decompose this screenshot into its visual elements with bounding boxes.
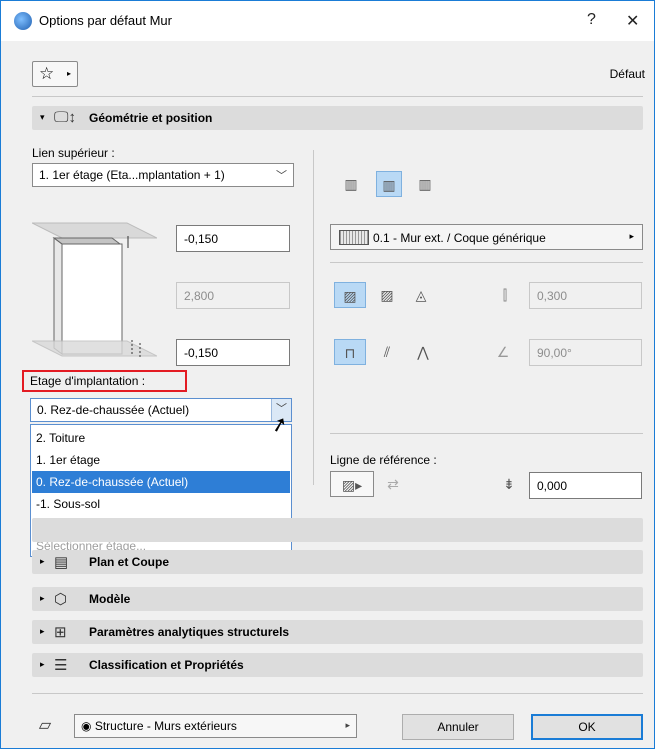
arrow-right-icon: ▸: [345, 720, 350, 730]
divider: [330, 262, 643, 263]
story-option-roof[interactable]: 2. Toiture: [32, 427, 290, 449]
home-story-value: 0. Rez-de-chaussée (Actuel): [37, 403, 190, 417]
wall-center-icon[interactable]: ▥: [376, 171, 402, 197]
layer-icon: ▱: [38, 717, 52, 734]
straight-wall-icon[interactable]: ▨: [334, 282, 366, 308]
section-model-header[interactable]: ▸ ⬡ Modèle: [32, 587, 643, 611]
top-link-label: Lien supérieur :: [32, 146, 115, 160]
expand-right-icon: ▸: [40, 556, 45, 566]
section-floorplan-partial: [32, 518, 643, 542]
vertical-wall-icon[interactable]: ⊓: [334, 339, 366, 365]
section-analytic-label: Paramètres analytiques structurels: [89, 625, 290, 639]
section-classification-header[interactable]: ▸ ☰ Classification et Propriétés: [32, 653, 643, 677]
reference-line-label: Ligne de référence :: [330, 453, 437, 467]
top-offset-input[interactable]: -0,150: [176, 225, 290, 252]
arrow-right-icon: ▸: [629, 231, 634, 241]
home-story-label: Etage d'implantation :: [30, 374, 146, 388]
bottom-offset-input[interactable]: -0,150: [176, 339, 290, 366]
section-classification-label: Classification et Propriétés: [89, 658, 244, 672]
reference-offset-icon: ⇟: [503, 476, 515, 492]
layer-value: Structure - Murs extérieurs: [94, 719, 237, 733]
geometry-icon: 🖵↕: [54, 109, 76, 126]
eye-icon: ◉: [81, 719, 95, 733]
polygon-wall-icon[interactable]: ◬: [408, 282, 434, 308]
wall-outside-icon[interactable]: ▥: [338, 171, 364, 197]
expand-right-icon: ▸: [40, 659, 45, 669]
reference-line-button[interactable]: ▨▸: [330, 471, 374, 497]
help-button[interactable]: ?: [587, 11, 596, 29]
section-analytic-header[interactable]: ▸ ⊞ Paramètres analytiques structurels: [32, 620, 643, 644]
section-model-label: Modèle: [89, 592, 131, 606]
arrow-right-icon: ▸: [66, 69, 71, 78]
divider: [330, 433, 643, 434]
story-option-basement[interactable]: -1. Sous-sol: [32, 493, 290, 515]
double-slanted-wall-icon[interactable]: ⋀: [410, 339, 436, 365]
column-divider: [313, 150, 314, 485]
wall-inside-icon[interactable]: ▥: [412, 171, 438, 197]
window-title: Options par défaut Mur: [39, 13, 172, 28]
thickness-icon: ⫿: [502, 287, 508, 303]
section-geometry-label: Géométrie et position: [89, 111, 213, 125]
top-link-value: 1. 1er étage (Eta...mplantation + 1): [39, 168, 225, 182]
expand-right-icon: ▸: [40, 626, 45, 636]
composite-label: 0.1 - Mur ext. / Coque générique: [373, 231, 546, 245]
angle-input[interactable]: 90,00°: [529, 339, 642, 366]
close-button[interactable]: ✕: [626, 11, 639, 31]
section-plan-header[interactable]: ▸ ▤ Plan et Coupe: [32, 550, 643, 574]
favorites-button[interactable]: ☆ ▸: [32, 61, 78, 87]
star-icon: ☆: [39, 64, 55, 83]
trapezoid-wall-icon[interactable]: ▨: [374, 282, 400, 308]
slanted-wall-icon[interactable]: ⫽: [374, 339, 400, 365]
angle-icon: ∠: [496, 344, 510, 360]
reference-offset-input[interactable]: 0,000: [529, 472, 642, 499]
flip-reference-icon[interactable]: ⇄: [380, 471, 406, 497]
model-icon: ⬡: [54, 591, 68, 608]
section-plan-label: Plan et Coupe: [89, 555, 170, 569]
story-option-ground[interactable]: 0. Rez-de-chaussée (Actuel): [32, 471, 290, 493]
default-label: Défaut: [609, 67, 645, 81]
archicad-logo-icon: [14, 12, 32, 30]
layer-select[interactable]: ◉ Structure - Murs extérieurs ▸: [74, 714, 357, 738]
expand-right-icon: ▸: [40, 593, 45, 603]
plan-section-icon: ▤: [54, 554, 69, 571]
thickness-input[interactable]: 0,300: [529, 282, 642, 309]
top-link-select[interactable]: 1. 1er étage (Eta...mplantation + 1) ﹀: [32, 163, 294, 187]
analytic-icon: ⊞: [54, 624, 67, 641]
composite-select-button[interactable]: 0.1 - Mur ext. / Coque générique ▸: [330, 224, 643, 250]
cancel-button[interactable]: Annuler: [402, 714, 514, 740]
section-geometry-header[interactable]: ▾ 🖵↕ Géométrie et position: [32, 106, 643, 130]
home-story-select[interactable]: 0. Rez-de-chaussée (Actuel) ﹀: [30, 398, 292, 422]
wall-3d-illustration: [32, 222, 157, 358]
divider: [32, 96, 643, 97]
ok-button[interactable]: OK: [531, 714, 643, 740]
height-input[interactable]: 2,800: [176, 282, 290, 309]
title-bar: Options par défaut Mur ? ✕: [1, 1, 654, 41]
divider: [32, 693, 643, 694]
composite-swatch-icon: [339, 230, 369, 245]
expand-down-icon: ▾: [40, 112, 45, 122]
classification-icon: ☰: [54, 657, 68, 674]
chevron-down-icon: ﹀: [276, 170, 287, 182]
story-option-first[interactable]: 1. 1er étage: [32, 449, 290, 471]
